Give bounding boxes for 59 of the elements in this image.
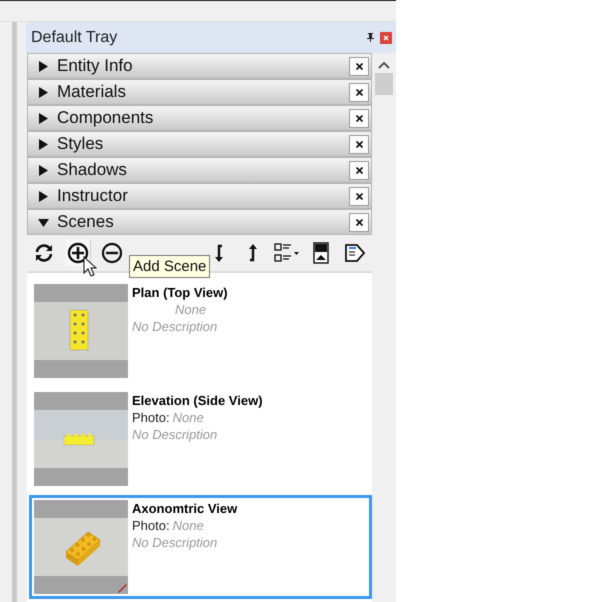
panel-header[interactable]: Entity Info (27, 53, 372, 80)
close-icon (354, 114, 364, 123)
scene-title: Elevation (Side View) (132, 392, 263, 410)
close-icon (354, 218, 364, 227)
close-button[interactable] (349, 108, 369, 128)
expand-arrow-icon[interactable] (38, 164, 49, 176)
panel-header[interactable]: Scenes (27, 209, 372, 236)
scene-item[interactable]: Axonomtric View Photo: None No Description (29, 495, 372, 600)
expand-arrow-icon[interactable] (38, 138, 49, 150)
scene-title: Axonomtric View (132, 500, 238, 518)
photo-value: None (175, 301, 206, 318)
arrow-up-icon (248, 244, 258, 262)
scene-title: Plan (Top View) (132, 284, 228, 302)
scene-description: No Description (132, 534, 218, 552)
panel-title: Shadows (57, 160, 128, 180)
photo-label: Photo: (132, 409, 170, 426)
scene-thumbnail[interactable] (34, 392, 128, 486)
panel-header[interactable]: Materials (27, 79, 372, 106)
close-button[interactable] (349, 186, 369, 206)
expand-arrow-icon[interactable] (38, 60, 49, 72)
scroll-up-icon[interactable] (378, 61, 390, 69)
expand-arrow-icon[interactable] (38, 86, 49, 98)
panel-title: Scenes (57, 212, 115, 232)
close-icon (354, 62, 364, 71)
close-icon (354, 140, 364, 149)
scene-item[interactable]: Elevation (Side View) Photo: None No Description (29, 387, 372, 492)
close-icon (354, 166, 364, 175)
collapse-arrow-icon[interactable] (38, 216, 49, 228)
close-button[interactable] (349, 82, 369, 102)
close-button[interactable] (349, 160, 369, 180)
panel-header[interactable]: Instructor (27, 183, 372, 210)
panel-header[interactable]: Components (27, 105, 372, 132)
scene-thumbnail[interactable] (34, 500, 128, 594)
expand-arrow-icon[interactable] (38, 112, 49, 124)
close-icon (354, 192, 364, 201)
scene-thumbnail[interactable] (34, 284, 128, 378)
scrollbar-thumb[interactable] (375, 73, 393, 95)
panel-title: Instructor (57, 186, 129, 206)
close-icon (354, 88, 364, 97)
photo-label: Photo: (132, 517, 170, 534)
scene-item[interactable]: Plan (Top View) None No Description (29, 279, 372, 384)
window-title: Default Tray (31, 28, 118, 46)
pin-icon[interactable] (367, 33, 374, 42)
scene-description: No Description (132, 426, 218, 444)
close-button[interactable] (349, 56, 369, 76)
tooltip: Add Scene (129, 255, 210, 278)
photo-value: None (172, 517, 204, 534)
expand-arrow-icon[interactable] (38, 190, 49, 202)
close-button[interactable] (349, 212, 369, 232)
panel-title: Components (57, 108, 154, 128)
panel-header[interactable]: Shadows (27, 157, 372, 184)
panel-title: Materials (57, 82, 127, 102)
photo-value: None (172, 409, 204, 426)
panel-title: Styles (57, 134, 104, 154)
close-button[interactable] (349, 134, 369, 154)
panel-header[interactable]: Styles (27, 131, 372, 158)
arrow-down-icon (214, 244, 224, 262)
panel-title: Entity Info (57, 56, 134, 76)
scene-description: No Description (132, 318, 218, 336)
